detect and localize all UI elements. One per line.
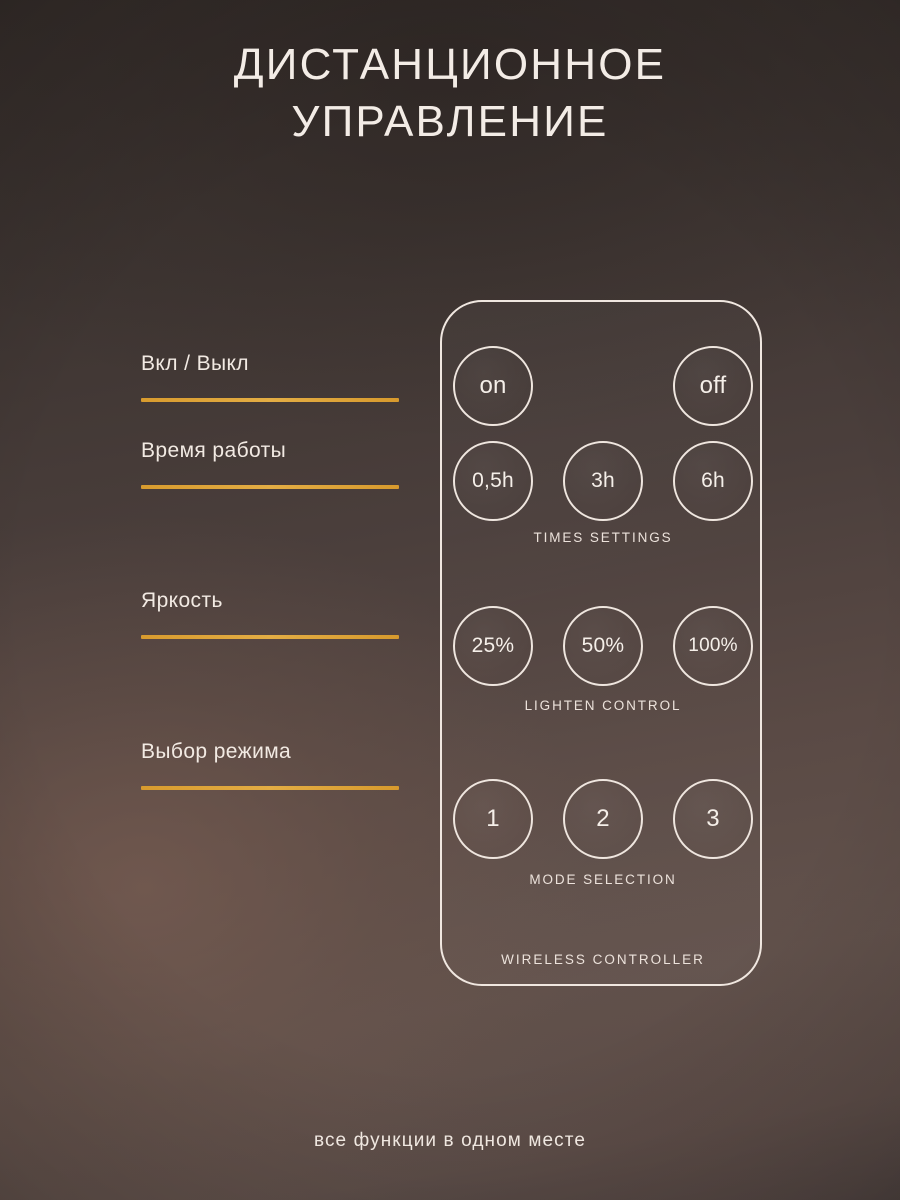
timer-section-caption: TIMES SETTINGS bbox=[533, 530, 673, 545]
feature-label-runtime: Время работы bbox=[141, 439, 287, 462]
power-button-row: on off bbox=[442, 346, 764, 426]
feature-divider-brightness bbox=[141, 635, 399, 639]
remote-control-device: on off 0,5h 3h 6h TIMES SETTINGS 25% 50%… bbox=[440, 300, 762, 986]
feature-item-mode: Выбор режима bbox=[141, 740, 399, 790]
feature-list: Вкл / Выкл Время работы Яркость Выбор ре… bbox=[141, 352, 399, 790]
page-tagline: все функции в одном месте bbox=[313, 1130, 587, 1151]
device-name-caption: WIRELESS CONTROLLER bbox=[501, 952, 705, 967]
brightness-section-caption: LIGHTEN CONTROL bbox=[524, 698, 682, 713]
timer-button-row: 0,5h 3h 6h bbox=[442, 441, 764, 521]
button-off[interactable]: off bbox=[673, 346, 753, 426]
button-mode-3[interactable]: 3 bbox=[673, 779, 753, 859]
button-timer-6h[interactable]: 6h bbox=[673, 441, 753, 521]
feature-label-brightness: Яркость bbox=[141, 589, 223, 612]
button-mode-1[interactable]: 1 bbox=[453, 779, 533, 859]
page-title-line-1: ДИСТАНЦИОННОЕ bbox=[233, 40, 667, 89]
button-brightness-50[interactable]: 50% bbox=[563, 606, 643, 686]
page-title-line-2: УПРАВЛЕНИЕ bbox=[291, 97, 609, 147]
button-timer-0-5h[interactable]: 0,5h bbox=[453, 441, 533, 521]
page-title: ДИСТАНЦИОННОЕ УПРАВЛЕНИЕ bbox=[0, 36, 900, 150]
feature-label-mode: Выбор режима bbox=[141, 740, 292, 763]
brightness-button-row: 25% 50% 100% bbox=[442, 606, 764, 686]
mode-section-caption: MODE SELECTION bbox=[529, 872, 677, 887]
feature-divider-runtime bbox=[141, 485, 399, 489]
button-brightness-25[interactable]: 25% bbox=[453, 606, 533, 686]
feature-divider-mode bbox=[141, 786, 399, 790]
feature-item-power: Вкл / Выкл bbox=[141, 352, 399, 402]
button-mode-2[interactable]: 2 bbox=[563, 779, 643, 859]
mode-button-row: 1 2 3 bbox=[442, 779, 764, 859]
promo-page: ДИСТАНЦИОННОЕ УПРАВЛЕНИЕ Вкл / Выкл Врем… bbox=[0, 0, 900, 1200]
feature-item-runtime: Время работы bbox=[141, 439, 399, 489]
feature-divider-power bbox=[141, 398, 399, 402]
feature-label-power: Вкл / Выкл bbox=[141, 352, 249, 375]
button-on[interactable]: on bbox=[453, 346, 533, 426]
button-brightness-100[interactable]: 100% bbox=[673, 606, 753, 686]
feature-item-brightness: Яркость bbox=[141, 589, 399, 639]
button-timer-3h[interactable]: 3h bbox=[563, 441, 643, 521]
